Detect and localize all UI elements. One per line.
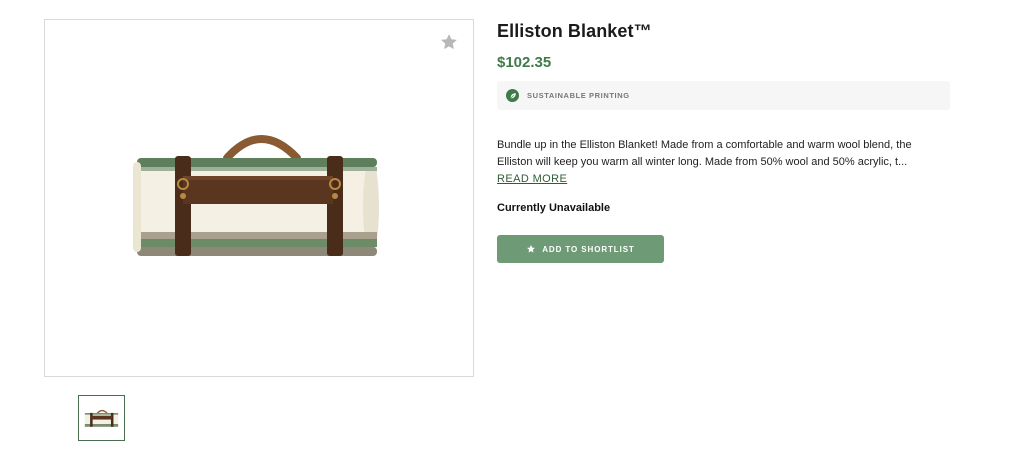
read-more-link[interactable]: READ MORE — [497, 171, 567, 188]
star-icon — [527, 245, 536, 253]
description-line: Elliston will keep you warm all winter l… — [497, 156, 908, 168]
product-price: $102.35 — [497, 54, 552, 71]
description-line: Bundle up in the Elliston Blanket! Made … — [497, 139, 912, 151]
product-description: Bundle up in the Elliston Blanket! Made … — [497, 137, 949, 188]
product-main-image-frame — [44, 19, 474, 377]
add-to-shortlist-label: ADD TO SHORTLIST — [542, 244, 635, 254]
product-page: Elliston Blanket™ $102.35 SUSTAINABLE PR… — [0, 0, 1024, 450]
product-image — [133, 135, 379, 256]
sustainable-printing-badge: SUSTAINABLE PRINTING — [497, 81, 950, 110]
star-icon[interactable] — [439, 32, 459, 52]
product-thumbnail[interactable] — [78, 395, 125, 441]
thumbnail-image — [84, 409, 119, 427]
leaf-icon — [506, 89, 519, 102]
product-info: Elliston Blanket™ $102.35 SUSTAINABLE PR… — [497, 19, 952, 263]
badge-label: SUSTAINABLE PRINTING — [527, 91, 630, 100]
add-to-shortlist-button[interactable]: ADD TO SHORTLIST — [497, 235, 664, 263]
product-title: Elliston Blanket™ — [497, 21, 652, 41]
availability-status: Currently Unavailable — [497, 202, 611, 214]
